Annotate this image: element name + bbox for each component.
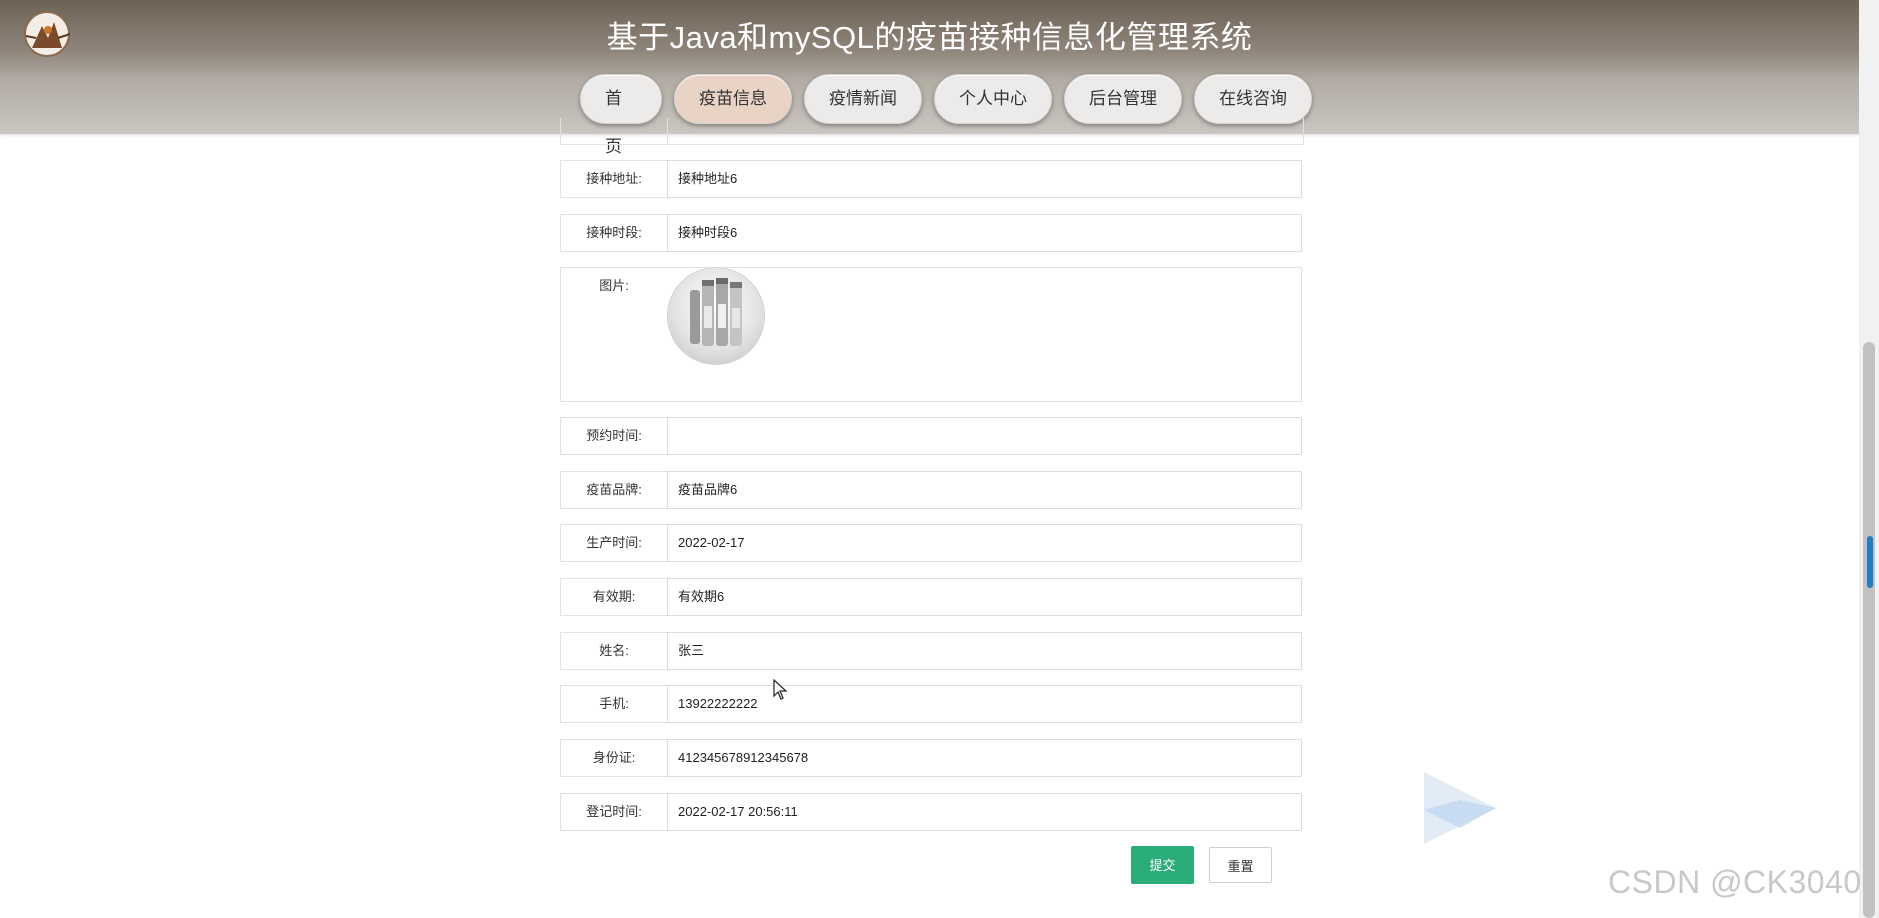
form-row-brand: 疫苗品牌: 疫苗品牌6 bbox=[560, 471, 1302, 509]
nav-online-consult[interactable]: 在线咨询 bbox=[1194, 74, 1312, 124]
submit-button[interactable]: 提交 bbox=[1131, 846, 1194, 884]
validity-label: 有效期: bbox=[560, 578, 667, 616]
scrollbar-thumb[interactable] bbox=[1863, 342, 1875, 918]
validity-field[interactable]: 有效期6 bbox=[667, 578, 1302, 616]
id-card-label: 身份证: bbox=[560, 739, 667, 777]
address-field[interactable]: 接种地址6 bbox=[667, 160, 1302, 198]
form-row-register-time: 登记时间: 2022-02-17 20:56:11 bbox=[560, 793, 1302, 831]
register-time-label: 登记时间: bbox=[560, 793, 667, 831]
watermark: CSDN @CK3040 bbox=[1608, 864, 1862, 900]
nav-epidemic-news[interactable]: 疫情新闻 bbox=[804, 74, 922, 124]
period-field[interactable]: 接种时段6 bbox=[667, 214, 1302, 252]
production-label: 生产时间: bbox=[560, 524, 667, 562]
form-row-production: 生产时间: 2022-02-17 bbox=[560, 524, 1302, 562]
register-time-field[interactable]: 2022-02-17 20:56:11 bbox=[667, 793, 1302, 831]
phone-label: 手机: bbox=[560, 685, 667, 723]
nav-home[interactable]: 首页 bbox=[580, 74, 662, 156]
vaccine-vials-icon bbox=[690, 278, 742, 346]
appointment-label: 预约时间: bbox=[560, 417, 667, 455]
phone-field[interactable]: 13922222222 bbox=[667, 685, 1302, 723]
vaccine-image[interactable] bbox=[668, 268, 764, 364]
form-row-period: 接种时段: 接种时段6 bbox=[560, 214, 1302, 252]
form-row-image: 图片: bbox=[560, 267, 1302, 402]
name-label: 姓名: bbox=[560, 632, 667, 670]
reset-button[interactable]: 重置 bbox=[1209, 847, 1272, 883]
form-row-phone: 手机: 13922222222 bbox=[560, 685, 1302, 723]
id-card-field[interactable]: 412345678912345678 bbox=[667, 739, 1302, 777]
form-row-validity: 有效期: 有效期6 bbox=[560, 578, 1302, 616]
appointment-time-input[interactable] bbox=[667, 417, 1302, 455]
floating-play-logo-icon[interactable] bbox=[1420, 770, 1500, 850]
scroll-position-marker bbox=[1867, 536, 1873, 588]
form-row-address: 接种地址: 接种地址6 bbox=[560, 160, 1302, 198]
app-title: 基于Java和mySQL的疫苗接种信息化管理系统 bbox=[606, 20, 1253, 55]
period-label: 接种时段: bbox=[560, 214, 667, 252]
brand-label: 疫苗品牌: bbox=[560, 471, 667, 509]
form-row-name: 姓名: 张三 bbox=[560, 632, 1302, 670]
nav-vaccine-info[interactable]: 疫苗信息 bbox=[674, 74, 792, 124]
name-field[interactable]: 张三 bbox=[667, 632, 1302, 670]
mouse-cursor-icon bbox=[773, 679, 788, 700]
form-row-id-card: 身份证: 412345678912345678 bbox=[560, 739, 1302, 777]
form-row-appointment: 预约时间: bbox=[560, 417, 1302, 455]
form-row-cut-off bbox=[560, 118, 1304, 145]
production-date-field[interactable]: 2022-02-17 bbox=[667, 524, 1302, 562]
site-header: 基于Java和mySQL的疫苗接种信息化管理系统 首页 疫苗信息 疫情新闻 个人… bbox=[0, 0, 1879, 156]
nav-admin[interactable]: 后台管理 bbox=[1064, 74, 1182, 124]
brand-field[interactable]: 疫苗品牌6 bbox=[667, 471, 1302, 509]
address-label: 接种地址: bbox=[560, 160, 667, 198]
image-label: 图片: bbox=[599, 278, 629, 293]
nav-personal-center[interactable]: 个人中心 bbox=[934, 74, 1052, 124]
